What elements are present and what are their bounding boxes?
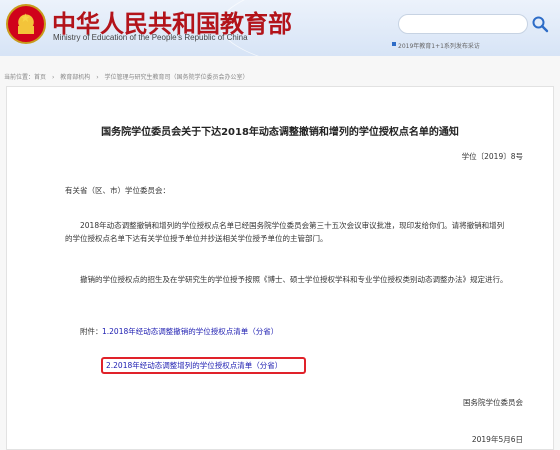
breadcrumb-item-agencies[interactable]: 教育部机构 <box>60 74 90 81</box>
salutation: 有关省（区、市）学位委员会： <box>65 186 170 195</box>
body-paragraph: 2018年动态调整撤销和增列的学位授权点名单已经国务院学位委员会第三十五次会议审… <box>65 221 505 243</box>
breadcrumb-separator-icon: › <box>96 74 99 81</box>
breadcrumb-item-department[interactable]: 学位管理与研究生教育司（国务院学位委员会办公室） <box>105 74 249 81</box>
site-header: ★ 中华人民共和国教育部 Ministry of Education of th… <box>0 0 560 56</box>
breadcrumb-separator-icon: › <box>51 74 55 81</box>
search-input[interactable] <box>398 14 528 34</box>
breadcrumb-item-home[interactable]: 当前位置：首页 <box>4 74 46 81</box>
breadcrumb: 当前位置：首页 › 教育部机构 › 学位管理与研究生教育司（国务院学位委员会办公… <box>0 68 560 84</box>
national-emblem-icon: ★ <box>6 4 46 44</box>
attachment-link-added[interactable]: 2.2018年经动态调整增列的学位授权点清单（分省） <box>106 360 282 371</box>
star-icon: ★ <box>20 11 31 25</box>
attachments-label: 附件： <box>80 327 103 336</box>
body-paragraph: 撤销的学位授权点的招生及在学研究生的学位授予按照《博士、硕士学位授权学科和专业学… <box>80 275 508 284</box>
page-title: 国务院学位委员会关于下达2018年动态调整撤销和增列的学位授权点名单的通知 <box>101 127 459 138</box>
site-subtitle: Ministry of Education of the People's Re… <box>53 33 248 42</box>
news-ticker[interactable]: 2019年教育1+1系列发布采访 <box>398 41 480 50</box>
document-date: 2019年5月6日 <box>471 435 523 444</box>
ticker-bullet-icon <box>392 42 396 46</box>
search-icon[interactable] <box>531 15 549 33</box>
attachment-link-revoked[interactable]: 1.2018年经动态调整撤销的学位授权点清单（分省） <box>102 326 278 337</box>
signature: 国务院学位委员会 <box>463 398 523 407</box>
article-container: 国务院学位委员会关于下达2018年动态调整撤销和增列的学位授权点名单的通知 学位… <box>6 86 554 450</box>
document-number: 学位〔2019〕8号 <box>461 152 523 161</box>
tiananmen-icon <box>18 26 34 34</box>
